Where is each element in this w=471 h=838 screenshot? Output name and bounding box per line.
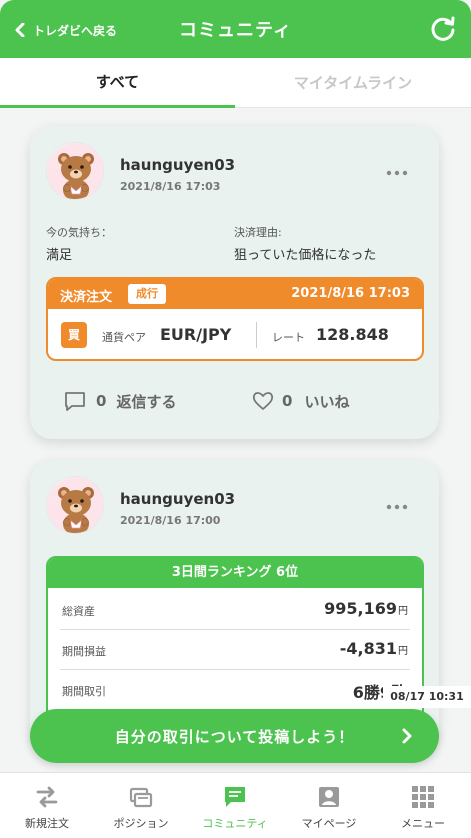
reply-button[interactable]: 0 返信する (64, 390, 176, 412)
positions-icon (129, 787, 153, 808)
more-options-icon[interactable] (385, 166, 409, 180)
ranking-row-period-pl: 期間損益 -4,831円 (60, 630, 410, 670)
order-type-badge: 成行 (128, 284, 166, 304)
like-count: 0 (282, 392, 293, 410)
create-post-button[interactable]: 自分の取引について投稿しよう！ (30, 709, 439, 763)
divider (256, 322, 257, 348)
chat-icon (225, 787, 245, 807)
ranking-row-period-trades: 期間取引 6勝9敗 (60, 670, 410, 710)
ranking-row-label: 期間取引 (62, 685, 106, 698)
currency-pair-label: 通貨ペア (102, 331, 146, 344)
bear-avatar-icon (47, 143, 103, 199)
ranking-title: 3日間ランキング 6位 (48, 558, 422, 588)
ranking-row-label: 期間損益 (62, 645, 106, 658)
order-time: 2021/8/16 17:03 (291, 286, 410, 301)
avatar[interactable] (46, 142, 104, 200)
nav-label: メニュー (401, 817, 445, 830)
create-post-label: 自分の取引について投稿しよう！ (114, 728, 355, 746)
currency-pair-value: EUR/JPY (160, 325, 232, 344)
post-date: 2021/8/16 17:00 (120, 514, 221, 527)
tab-all[interactable]: すべて (0, 58, 235, 108)
page-title: コミュニティ (179, 20, 292, 41)
like-label: いいね (304, 392, 350, 411)
nav-label: コミュニティ (202, 817, 268, 830)
mood-label: 今の気持ち： (46, 226, 112, 239)
profile-icon (319, 787, 339, 807)
reason-value: 狙っていた価格になった (234, 248, 377, 263)
order-header: 決済注文 成行 2021/8/16 17:03 (48, 279, 422, 309)
rate-value: 128.848 (316, 325, 389, 344)
chevron-right-icon (402, 728, 412, 744)
grid-menu-icon (412, 786, 434, 808)
post-date: 2021/8/16 17:03 (120, 180, 221, 193)
swap-arrows-icon (36, 786, 58, 808)
nav-label: マイページ (301, 817, 357, 830)
nav-community[interactable]: コミュニティ (188, 773, 282, 838)
timestamp-tooltip: 08/17 10:31 (383, 686, 471, 708)
nav-mypage[interactable]: マイページ (282, 773, 376, 838)
comment-icon (65, 392, 85, 411)
more-options-icon[interactable] (385, 500, 409, 514)
ranking-row-total-assets: 総資産 995,169円 (60, 590, 410, 630)
heart-icon (252, 392, 274, 410)
rate-label: レート (272, 331, 305, 344)
buy-badge: 買 (61, 322, 87, 348)
post-card: haunguyen03 2021/8/16 17:03 今の気持ち： 満足 決済… (30, 126, 439, 439)
timeline-tabs: すべて マイタイムライン (0, 58, 471, 108)
nav-label: ポジション (113, 817, 169, 830)
ranking-row-label: 総資産 (62, 605, 95, 618)
username[interactable]: haunguyen03 (120, 490, 235, 508)
reason-label: 決済理由: (234, 226, 282, 239)
username[interactable]: haunguyen03 (120, 156, 235, 174)
like-button[interactable]: 0 いいね (252, 390, 349, 412)
tab-my-timeline[interactable]: マイタイムライン (235, 58, 471, 108)
refresh-icon[interactable] (429, 15, 457, 43)
bottom-nav: 新規注文 ポジション コミュニティ マイページ メニュー (0, 772, 471, 838)
bear-avatar-icon (47, 477, 103, 533)
app-header: トレダビへ戻る コミュニティ (0, 0, 471, 58)
ranking-row-value: 995,169円 (324, 599, 408, 618)
reply-count: 0 (96, 392, 107, 410)
nav-positions[interactable]: ポジション (94, 773, 188, 838)
post-card: haunguyen03 2021/8/16 17:00 3日間ランキング 6位 … (30, 460, 439, 750)
order-title: 決済注文 (60, 290, 113, 305)
settlement-order-box: 決済注文 成行 2021/8/16 17:03 買 通貨ペア EUR/JPY レ… (46, 277, 424, 361)
avatar[interactable] (46, 476, 104, 534)
reply-label: 返信する (116, 392, 177, 411)
ranking-row-value: -4,831円 (339, 639, 408, 658)
nav-menu[interactable]: メニュー (376, 773, 470, 838)
nav-new-order[interactable]: 新規注文 (0, 773, 94, 838)
nav-label: 新規注文 (25, 817, 69, 830)
mood-value: 満足 (46, 248, 73, 263)
